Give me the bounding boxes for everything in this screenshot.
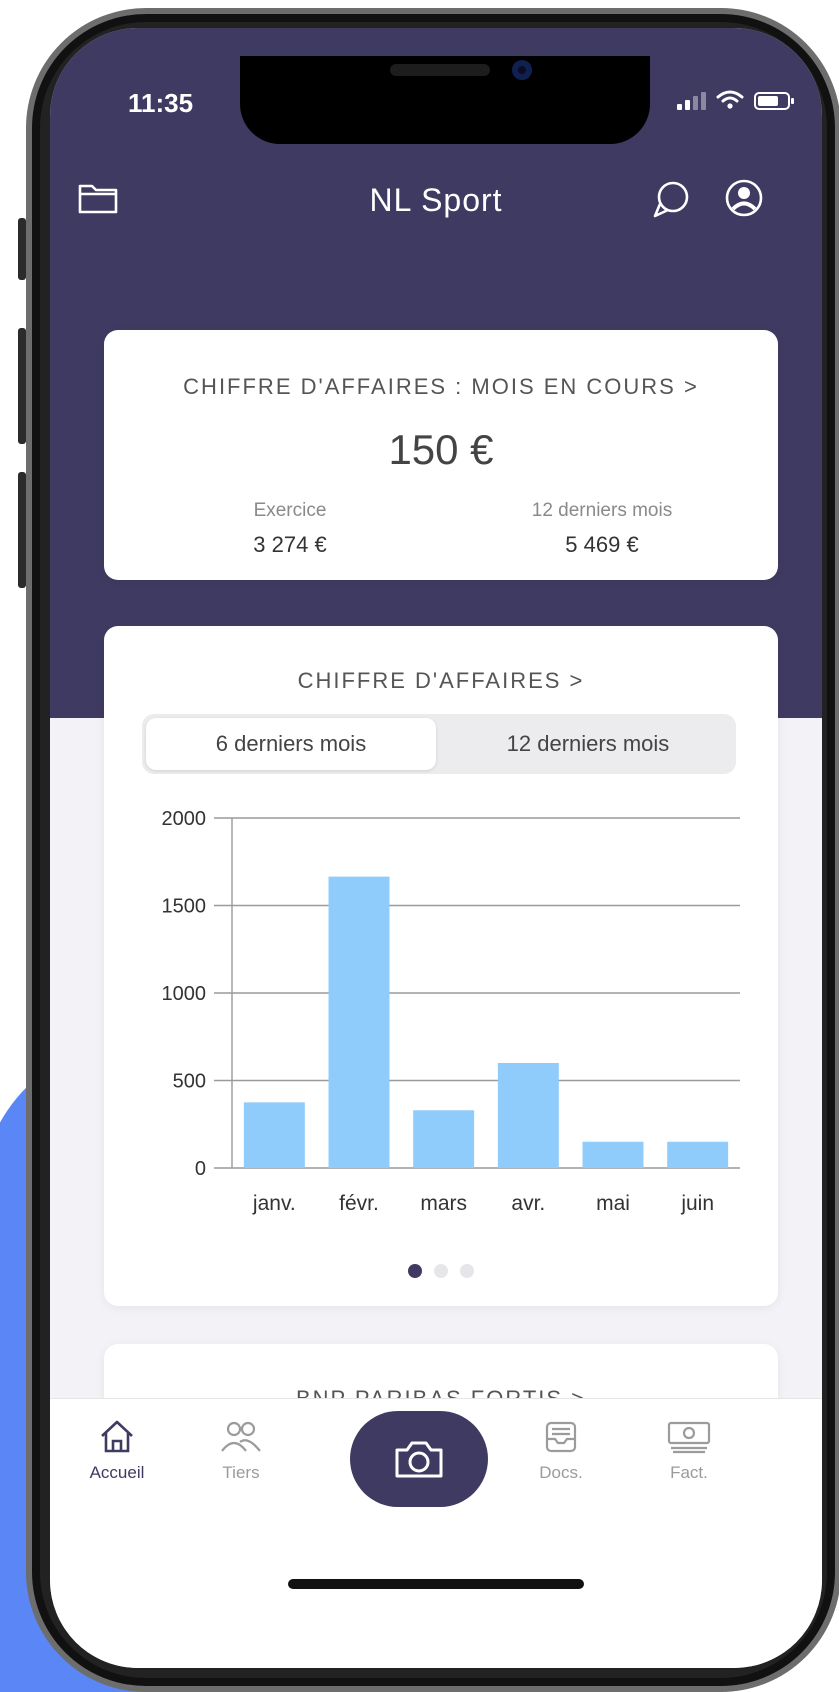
x-tick-label: mars (420, 1192, 467, 1215)
x-tick-label: juin (680, 1192, 714, 1215)
chat-icon[interactable] (648, 178, 694, 222)
y-tick-label: 500 (173, 1071, 206, 1093)
chart-card-title[interactable]: CHIFFRE D'AFFAIRES > (104, 668, 778, 694)
segment-6-months[interactable]: 6 derniers mois (146, 718, 436, 770)
x-tick-label: mai (596, 1192, 630, 1215)
exercice-value: 3 274 € (253, 532, 327, 557)
volume-down-button (18, 472, 26, 588)
inbox-icon (545, 1421, 577, 1453)
front-camera (512, 60, 532, 80)
x-tick-label: janv. (252, 1192, 296, 1215)
y-tick-label: 0 (195, 1158, 206, 1180)
bar-mai (582, 1141, 644, 1168)
page-dot-1[interactable] (408, 1264, 422, 1278)
status-time: 11:35 (128, 88, 194, 118)
people-icon (221, 1421, 261, 1452)
bar-janv. (243, 1102, 305, 1168)
tab-fact[interactable]: Fact. (634, 1417, 744, 1483)
page-dot-2[interactable] (434, 1264, 448, 1278)
camera-icon (395, 1441, 443, 1478)
last-12-months-label: 12 derniers mois (531, 500, 673, 521)
x-tick-label: avr. (511, 1192, 545, 1215)
card-title[interactable]: CHIFFRE D'AFFAIRES : MOIS EN COURS > (104, 374, 778, 400)
profile-icon[interactable] (722, 178, 766, 222)
tab-accueil[interactable]: Accueil (62, 1417, 172, 1483)
stage: 11:35 NL Sport CHIFFRE D'AFFAIRES: MOIS… (0, 0, 839, 1692)
wifi-icon (716, 90, 744, 109)
camera-button[interactable] (350, 1411, 488, 1507)
tab-bar: Accueil Tiers Docs. Fact. (50, 1398, 822, 1668)
y-tick-label: 1000 (162, 983, 207, 1005)
battery-icon (754, 92, 794, 110)
status-icons (677, 90, 794, 110)
banknote-icon (667, 1421, 711, 1454)
app-screen: 11:35 NL Sport CHIFFRE D'AFFAIRES: MOIS… (50, 28, 822, 1668)
last-12-months-value: 5 469 € (565, 532, 639, 557)
tab-label-accueil: Accueil (89, 1463, 145, 1482)
bar-févr. (328, 876, 390, 1168)
revenue-bar-chart: 0 500 1000 1500 2000 janv. févr. mars avr. mai jui… (162, 808, 740, 1215)
tab-label-docs: Docs. (539, 1463, 583, 1482)
bar-mars (413, 1110, 475, 1168)
current-month-revenue-card[interactable]: CHIFFRE D'AFFAIRES : MOIS EN COURS > 150… (104, 330, 778, 580)
tab-tiers[interactable]: Tiers (186, 1417, 296, 1483)
home-indicator[interactable] (288, 1579, 584, 1589)
notch (240, 56, 650, 144)
page-dot-3[interactable] (460, 1264, 474, 1278)
segment-12-months[interactable]: 12 derniers mois (440, 714, 736, 774)
signal-icon (677, 92, 706, 110)
period-segmented-control: 6 derniers mois 12 derniers mois (142, 714, 736, 774)
speaker (390, 64, 490, 76)
exercice-label: Exercice (253, 500, 327, 521)
page-title: NL Sport (369, 182, 503, 218)
x-tick-label: févr. (339, 1192, 379, 1215)
bar-avr. (497, 1063, 559, 1168)
current-month-amount: 150 € (388, 426, 494, 473)
tab-docs[interactable]: Docs. (506, 1417, 616, 1483)
y-tick-label: 2000 (162, 808, 207, 830)
tab-label-fact: Fact. (670, 1463, 708, 1482)
volume-up-button (18, 328, 26, 444)
y-tick-label: 1500 (162, 896, 207, 918)
home-icon (101, 1420, 133, 1453)
bar-juin (667, 1141, 729, 1168)
page-indicator (104, 1264, 778, 1278)
tab-label-tiers: Tiers (222, 1463, 260, 1482)
revenue-chart-card: CHIFFRE D'AFFAIRES > 6 derniers mois 12 … (104, 626, 778, 1306)
mute-switch (18, 218, 26, 280)
